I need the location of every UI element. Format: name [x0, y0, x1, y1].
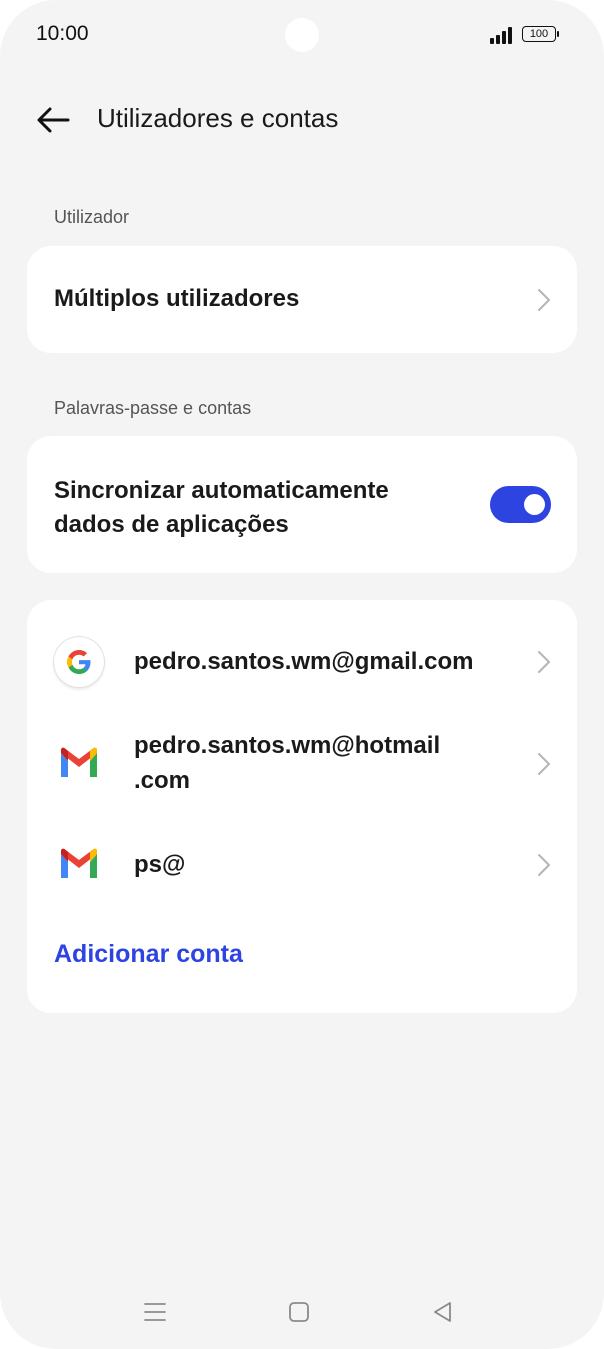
section-label-user: Utilizador	[54, 207, 130, 227]
battery-tip	[557, 31, 559, 37]
toggle-knob	[524, 494, 545, 515]
account-row-google[interactable]: pedro.santos.wm@gmail.com	[27, 630, 577, 694]
chevron-right-icon	[538, 651, 550, 673]
auto-sync-toggle[interactable]	[490, 486, 551, 523]
battery-level: 100	[522, 26, 556, 42]
account-row-ps[interactable]: ps@	[27, 833, 577, 897]
status-bar: 10:00 100	[0, 0, 604, 70]
chevron-right-icon	[538, 854, 550, 876]
accounts-card: pedro.santos.wm@gmail.com pedro.santos.w…	[27, 600, 577, 1013]
multiple-users-label: Múltiplos utilizadores	[54, 285, 300, 312]
auto-sync-card: Sincronizar automaticamente dados de apl…	[27, 436, 577, 573]
navigation-bar	[0, 1280, 604, 1344]
phone-screen: 10:00 100 Utilizadores e contas Utilizad…	[0, 0, 604, 1349]
account-email-gmail: pedro.santos.wm@gmail.com	[134, 648, 474, 675]
status-time: 10:00	[36, 22, 89, 45]
menu-icon[interactable]	[141, 1298, 169, 1326]
add-account-link[interactable]: Adicionar conta	[54, 940, 243, 969]
auto-sync-label-line1: Sincronizar automaticamente	[54, 477, 389, 504]
back-arrow-icon[interactable]	[30, 100, 76, 140]
auto-sync-label-line2: dados de aplicações	[54, 511, 289, 538]
signal-icon	[490, 27, 512, 44]
home-icon[interactable]	[285, 1298, 313, 1326]
battery-icon: 100	[522, 26, 559, 42]
google-icon	[54, 637, 104, 687]
app-header: Utilizadores e contas	[0, 90, 604, 150]
chevron-right-icon	[538, 289, 550, 311]
account-row-hotmail[interactable]: pedro.santos.wm@hotmail .com	[27, 725, 577, 803]
multiple-users-card[interactable]: Múltiplos utilizadores	[27, 246, 577, 353]
gmail-icon	[61, 848, 97, 878]
google-logo	[67, 650, 91, 674]
back-triangle-icon[interactable]	[429, 1298, 457, 1326]
chevron-right-icon	[538, 753, 550, 775]
account-email-hotmail-line2: .com	[134, 767, 191, 794]
camera-cutout	[285, 18, 319, 52]
section-label-accounts: Palavras-passe e contas	[54, 398, 252, 418]
gmail-icon	[61, 747, 97, 777]
account-email-ps: ps@	[134, 851, 186, 878]
page-title: Utilizadores e contas	[97, 103, 339, 133]
account-email-hotmail-line1: pedro.santos.wm@hotmail	[134, 732, 441, 759]
